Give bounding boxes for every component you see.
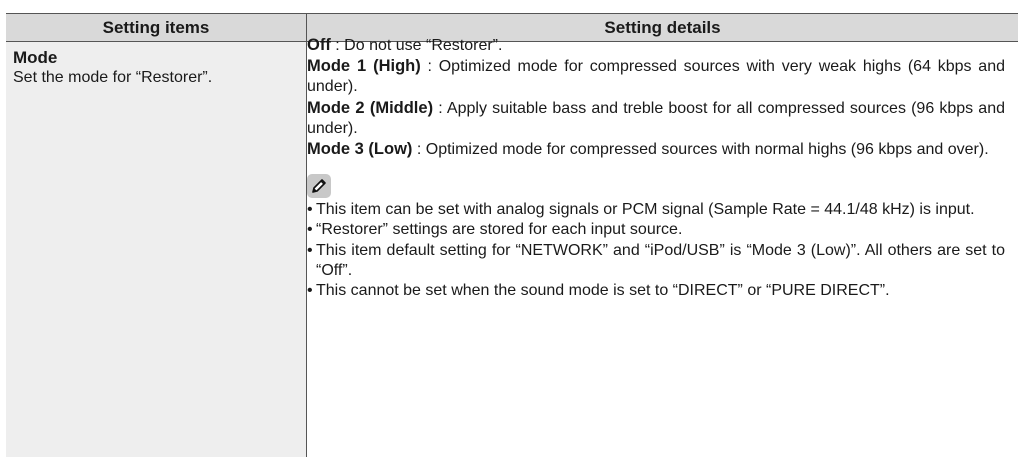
note-item: “Restorer” settings are stored for each … bbox=[307, 220, 1005, 240]
note-item: This cannot be set when the sound mode i… bbox=[307, 281, 1005, 301]
note-item: This item default setting for “NETWORK” … bbox=[307, 241, 1005, 281]
item-title: Mode bbox=[13, 48, 58, 67]
notes-list: This item can be set with analog signals… bbox=[307, 200, 1005, 301]
detail-off: Off : Do not use “Restorer”. bbox=[307, 35, 1005, 56]
setting-details-cell: Off : Do not use “Restorer”. Mode 1 (Hig… bbox=[307, 35, 1005, 301]
setting-item-cell: Mode Set the mode for “Restorer”. bbox=[6, 42, 306, 457]
detail-label: Mode 3 (Low) bbox=[307, 140, 413, 159]
item-description: Set the mode for “Restorer”. bbox=[13, 69, 213, 86]
note-item: This item can be set with analog signals… bbox=[307, 200, 1005, 220]
pencil-icon bbox=[307, 174, 331, 199]
detail-text: : Do not use “Restorer”. bbox=[330, 37, 503, 54]
detail-label: Off bbox=[307, 36, 331, 54]
detail-label: Mode 1 (High) bbox=[307, 57, 421, 76]
detail-mode-2: Mode 2 (Middle) : Apply suitable bass an… bbox=[307, 98, 1005, 139]
detail-mode-3: Mode 3 (Low) : Optimized mode for compre… bbox=[307, 139, 1005, 160]
header-setting-items: Setting items bbox=[102, 18, 210, 37]
detail-text: : Optimized mode for compressed sources … bbox=[412, 141, 989, 159]
detail-label: Mode 2 (Middle) bbox=[307, 98, 434, 117]
detail-mode-1: Mode 1 (High) : Optimized mode for compr… bbox=[307, 56, 1005, 97]
